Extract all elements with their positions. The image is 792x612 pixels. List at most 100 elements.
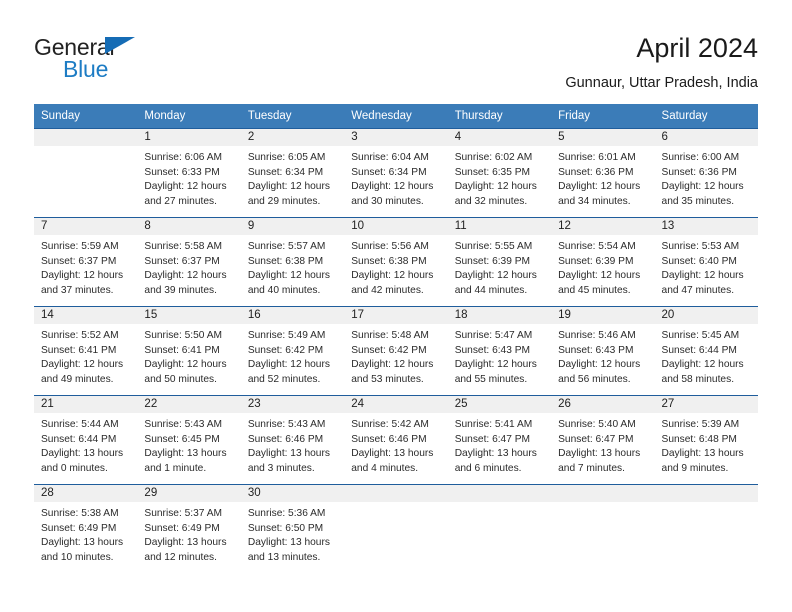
day-cell[interactable]: 4 Sunrise: 6:02 AM Sunset: 6:35 PM Dayli… — [447, 129, 552, 217]
day-cell[interactable]: 29 Sunrise: 5:37 AM Sunset: 6:49 PM Dayl… — [137, 485, 241, 573]
day-cell[interactable]: 30 Sunrise: 5:36 AM Sunset: 6:50 PM Dayl… — [240, 485, 345, 573]
sunset-text: Sunset: 6:49 PM — [144, 522, 220, 534]
sunrise-text: Sunrise: 5:45 AM — [661, 330, 740, 341]
sunset-text: Sunset: 6:42 PM — [351, 344, 427, 356]
daylight-text-line1: Daylight: 13 hours — [247, 448, 330, 460]
day-details: Sunrise: 5:47 AM Sunset: 6:43 PM Dayligh… — [448, 324, 551, 387]
sunrise-text: Sunrise: 5:52 AM — [41, 330, 119, 341]
sunrise-text: Sunrise: 5:36 AM — [247, 508, 326, 519]
day-number: 8 — [137, 218, 241, 235]
day-cell[interactable]: 24 Sunrise: 5:42 AM Sunset: 6:46 PM Dayl… — [344, 396, 448, 484]
daylight-text-line2: and 12 minutes. — [144, 551, 217, 563]
brand-logo[interactable]: General Blue — [34, 30, 144, 84]
day-cell[interactable]: 17 Sunrise: 5:48 AM Sunset: 6:42 PM Dayl… — [344, 307, 448, 395]
day-details: Sunrise: 5:37 AM Sunset: 6:49 PM Dayligh… — [137, 502, 240, 565]
weekday-header-row: Sunday Monday Tuesday Wednesday Thursday… — [34, 104, 758, 128]
sunrise-text: Sunrise: 5:46 AM — [558, 330, 636, 341]
day-cell — [447, 485, 552, 573]
day-cell[interactable]: 28 Sunrise: 5:38 AM Sunset: 6:49 PM Dayl… — [34, 485, 138, 573]
daylight-text-line2: and 35 minutes. — [661, 195, 735, 207]
daylight-text-line2: and 39 minutes. — [144, 284, 217, 296]
day-cell[interactable]: 22 Sunrise: 5:43 AM Sunset: 6:45 PM Dayl… — [137, 396, 241, 484]
day-cell[interactable]: 12 Sunrise: 5:54 AM Sunset: 6:39 PM Dayl… — [551, 218, 655, 306]
daylight-text-line2: and 3 minutes. — [247, 462, 315, 474]
day-cell[interactable]: 27 Sunrise: 5:39 AM Sunset: 6:48 PM Dayl… — [654, 396, 758, 484]
day-cell[interactable]: 10 Sunrise: 5:56 AM Sunset: 6:38 PM Dayl… — [344, 218, 448, 306]
day-number: 2 — [240, 129, 345, 146]
day-cell[interactable]: 26 Sunrise: 5:40 AM Sunset: 6:47 PM Dayl… — [551, 396, 655, 484]
day-cell[interactable]: 7 Sunrise: 5:59 AM Sunset: 6:37 PM Dayli… — [34, 218, 138, 306]
day-cell[interactable]: 14 Sunrise: 5:52 AM Sunset: 6:41 PM Dayl… — [34, 307, 138, 395]
daylight-text-line2: and 45 minutes. — [558, 284, 631, 296]
daylight-text-line1: Daylight: 13 hours — [558, 448, 641, 460]
daylight-text-line1: Daylight: 12 hours — [558, 270, 641, 282]
daylight-text-line1: Daylight: 13 hours — [661, 448, 744, 460]
sunset-text: Sunset: 6:37 PM — [144, 255, 220, 267]
day-cell[interactable]: 2 Sunrise: 6:05 AM Sunset: 6:34 PM Dayli… — [240, 129, 345, 217]
day-number: 3 — [344, 129, 448, 146]
day-cell[interactable]: 11 Sunrise: 5:55 AM Sunset: 6:39 PM Dayl… — [447, 218, 552, 306]
day-number: 26 — [551, 396, 655, 413]
brand-name-blue: Blue — [63, 56, 109, 82]
daylight-text-line2: and 40 minutes. — [247, 284, 321, 296]
daylight-text-line2: and 1 minute. — [144, 462, 207, 474]
day-details: Sunrise: 5:41 AM Sunset: 6:47 PM Dayligh… — [448, 413, 551, 476]
weekday-header-sunday: Sunday — [41, 110, 81, 122]
sunset-text: Sunset: 6:40 PM — [661, 255, 737, 267]
daylight-text-line2: and 44 minutes. — [454, 284, 528, 296]
sunset-text: Sunset: 6:39 PM — [454, 255, 531, 267]
day-number: 14 — [34, 307, 138, 324]
day-cell[interactable]: 20 Sunrise: 5:45 AM Sunset: 6:44 PM Dayl… — [654, 307, 758, 395]
daylight-text-line2: and 34 minutes. — [558, 195, 631, 207]
day-details: Sunrise: 5:54 AM Sunset: 6:39 PM Dayligh… — [551, 235, 654, 298]
daylight-text-line1: Daylight: 12 hours — [247, 359, 330, 371]
day-cell[interactable]: 9 Sunrise: 5:57 AM Sunset: 6:38 PM Dayli… — [240, 218, 345, 306]
day-number — [344, 485, 448, 502]
day-cell[interactable]: 25 Sunrise: 5:41 AM Sunset: 6:47 PM Dayl… — [447, 396, 552, 484]
day-cell — [654, 485, 758, 573]
day-number: 12 — [551, 218, 655, 235]
day-cell[interactable]: 5 Sunrise: 6:01 AM Sunset: 6:36 PM Dayli… — [551, 129, 655, 217]
day-details: Sunrise: 5:36 AM Sunset: 6:50 PM Dayligh… — [241, 502, 344, 565]
day-cell[interactable]: 13 Sunrise: 5:53 AM Sunset: 6:40 PM Dayl… — [654, 218, 758, 306]
sunset-text: Sunset: 6:35 PM — [454, 166, 531, 178]
daylight-text-line1: Daylight: 13 hours — [41, 537, 124, 549]
week-row: 7 Sunrise: 5:59 AM Sunset: 6:37 PM Dayli… — [34, 217, 758, 306]
daylight-text-line1: Daylight: 12 hours — [661, 270, 744, 282]
sunrise-text: Sunrise: 5:42 AM — [351, 419, 429, 430]
daylight-text-line2: and 7 minutes. — [558, 462, 625, 474]
day-cell[interactable]: 6 Sunrise: 6:00 AM Sunset: 6:36 PM Dayli… — [654, 129, 758, 217]
sunset-text: Sunset: 6:34 PM — [351, 166, 427, 178]
daylight-text-line1: Daylight: 12 hours — [558, 181, 641, 193]
day-cell[interactable]: 19 Sunrise: 5:46 AM Sunset: 6:43 PM Dayl… — [551, 307, 655, 395]
week-row: 14 Sunrise: 5:52 AM Sunset: 6:41 PM Dayl… — [34, 306, 758, 395]
day-cell[interactable]: 16 Sunrise: 5:49 AM Sunset: 6:42 PM Dayl… — [240, 307, 345, 395]
day-number: 15 — [137, 307, 241, 324]
weekday-header-thursday: Thursday — [454, 110, 503, 122]
daylight-text-line1: Daylight: 12 hours — [454, 270, 537, 282]
day-details: Sunrise: 5:56 AM Sunset: 6:38 PM Dayligh… — [344, 235, 447, 298]
daylight-text-line1: Daylight: 12 hours — [351, 270, 434, 282]
day-details: Sunrise: 5:42 AM Sunset: 6:46 PM Dayligh… — [344, 413, 447, 476]
day-details: Sunrise: 5:40 AM Sunset: 6:47 PM Dayligh… — [551, 413, 654, 476]
day-number: 4 — [447, 129, 552, 146]
day-cell[interactable]: 3 Sunrise: 6:04 AM Sunset: 6:34 PM Dayli… — [344, 129, 448, 217]
day-cell[interactable]: 23 Sunrise: 5:43 AM Sunset: 6:46 PM Dayl… — [240, 396, 345, 484]
sunset-text: Sunset: 6:38 PM — [351, 255, 427, 267]
calendar-page: General Blue April 2024 Gunnaur, Uttar P… — [0, 0, 792, 612]
sunrise-text: Sunrise: 6:06 AM — [144, 152, 223, 163]
day-cell[interactable]: 21 Sunrise: 5:44 AM Sunset: 6:44 PM Dayl… — [34, 396, 138, 484]
day-number: 24 — [344, 396, 448, 413]
sunrise-text: Sunrise: 6:04 AM — [351, 152, 429, 163]
day-cell[interactable]: 15 Sunrise: 5:50 AM Sunset: 6:41 PM Dayl… — [137, 307, 241, 395]
day-cell[interactable]: 18 Sunrise: 5:47 AM Sunset: 6:43 PM Dayl… — [447, 307, 552, 395]
day-cell[interactable]: 8 Sunrise: 5:58 AM Sunset: 6:37 PM Dayli… — [137, 218, 241, 306]
day-number — [551, 485, 655, 502]
sunset-text: Sunset: 6:50 PM — [247, 522, 324, 534]
day-cell[interactable]: 1 Sunrise: 6:06 AM Sunset: 6:33 PM Dayli… — [137, 129, 241, 217]
day-cell — [34, 129, 138, 217]
day-details: Sunrise: 5:57 AM Sunset: 6:38 PM Dayligh… — [241, 235, 344, 298]
day-details: Sunrise: 6:04 AM Sunset: 6:34 PM Dayligh… — [344, 146, 447, 209]
day-details: Sunrise: 5:43 AM Sunset: 6:46 PM Dayligh… — [241, 413, 344, 476]
sunrise-text: Sunrise: 6:05 AM — [247, 152, 326, 163]
